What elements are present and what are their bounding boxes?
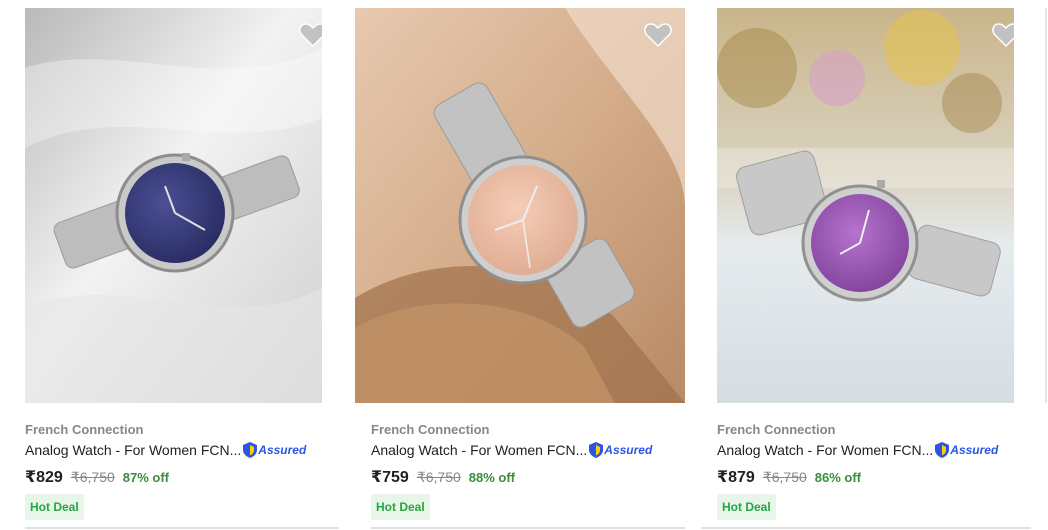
selling-price: ₹829 [25, 469, 63, 486]
original-price: ₹6,750 [416, 469, 461, 485]
product-brand: French Connection [371, 422, 490, 437]
product-title[interactable]: Analog Watch - For Women FCN... [717, 442, 933, 458]
product-card[interactable]: French Connection Analog Watch - For Wom… [355, 8, 685, 520]
wishlist-heart-icon[interactable] [644, 22, 672, 48]
selling-price: ₹759 [371, 469, 409, 486]
price-row: ₹879 ₹6,750 86% off [717, 467, 861, 487]
hot-deal-badge: Hot Deal [717, 494, 776, 520]
product-grid: French Connection Analog Watch - For Wom… [0, 0, 1048, 530]
hot-deal-badge: Hot Deal [25, 494, 84, 520]
product-brand: French Connection [25, 422, 144, 437]
assured-shield-icon [935, 442, 950, 458]
assured-label: Assured [258, 443, 307, 457]
product-title[interactable]: Analog Watch - For Women FCN... [25, 442, 241, 458]
product-image[interactable] [355, 8, 685, 403]
assured-badge: Assured [589, 442, 652, 458]
next-card-edge [1045, 8, 1047, 403]
assured-badge: Assured [935, 442, 998, 458]
selling-price: ₹879 [717, 469, 755, 486]
wishlist-heart-icon[interactable] [992, 22, 1014, 48]
wishlist-heart-icon[interactable] [299, 22, 322, 48]
hot-deal-badge: Hot Deal [371, 494, 430, 520]
price-row: ₹829 ₹6,750 87% off [25, 467, 169, 487]
product-title-row[interactable]: Analog Watch - For Women FCN... Assured [25, 442, 306, 458]
product-title[interactable]: Analog Watch - For Women FCN... [371, 442, 587, 458]
discount-percent: 88% off [468, 470, 516, 485]
original-price: ₹6,750 [762, 469, 807, 485]
product-image[interactable] [717, 8, 1014, 403]
card-divider [25, 527, 339, 529]
discount-percent: 86% off [814, 470, 862, 485]
card-divider [371, 527, 685, 529]
product-card[interactable]: French Connection Analog Watch - For Wom… [717, 8, 1014, 520]
price-row: ₹759 ₹6,750 88% off [371, 467, 515, 487]
assured-label: Assured [950, 443, 999, 457]
product-title-row[interactable]: Analog Watch - For Women FCN... Assured [717, 442, 998, 458]
card-divider [701, 527, 1031, 529]
product-title-row[interactable]: Analog Watch - For Women FCN... Assured [371, 442, 652, 458]
product-card[interactable]: French Connection Analog Watch - For Wom… [25, 8, 322, 520]
assured-shield-icon [589, 442, 604, 458]
product-image[interactable] [25, 8, 322, 403]
original-price: ₹6,750 [70, 469, 115, 485]
product-brand: French Connection [717, 422, 836, 437]
discount-percent: 87% off [122, 470, 170, 485]
assured-label: Assured [604, 443, 653, 457]
assured-shield-icon [243, 442, 258, 458]
assured-badge: Assured [243, 442, 306, 458]
